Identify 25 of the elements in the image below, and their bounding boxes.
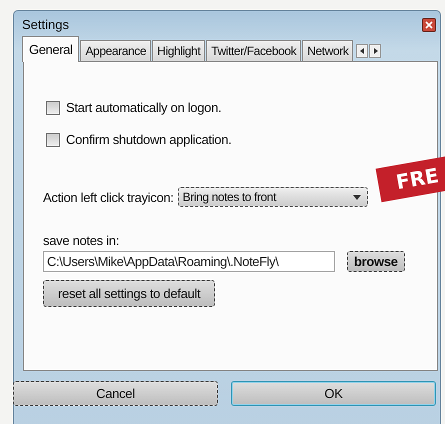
tab[interactable]: Twitter/Facebook bbox=[206, 40, 302, 61]
reset-button[interactable]: reset all settings to default bbox=[43, 280, 216, 307]
tray-action-dropdown[interactable]: Bring notes to front bbox=[178, 187, 368, 207]
tab[interactable]: General bbox=[22, 36, 80, 62]
close-button[interactable] bbox=[422, 18, 436, 32]
window-title: Settings bbox=[22, 17, 69, 32]
dropdown-arrow-icon bbox=[352, 194, 361, 200]
close-icon bbox=[425, 20, 433, 28]
tab[interactable]: Network bbox=[302, 40, 354, 61]
checkbox[interactable] bbox=[46, 132, 60, 146]
checkbox-label: Start automatically on logon. bbox=[66, 100, 222, 115]
tab[interactable]: Highlight bbox=[152, 40, 206, 61]
dialog-button[interactable]: OK bbox=[231, 381, 436, 406]
right-arrow-icon bbox=[372, 48, 378, 54]
browse-button[interactable]: browse bbox=[347, 251, 405, 272]
checkbox[interactable] bbox=[46, 100, 60, 114]
tray-action-label: Action left click trayicon: bbox=[43, 190, 174, 204]
left-arrow-icon bbox=[360, 48, 365, 54]
dialog-button[interactable]: Cancel bbox=[13, 381, 218, 406]
tab[interactable]: Appearance bbox=[80, 40, 152, 61]
scroll-left-button[interactable] bbox=[356, 44, 368, 58]
save-location-label: save notes in: bbox=[43, 233, 120, 248]
checkbox-label: Confirm shutdown application. bbox=[66, 132, 232, 147]
save-path-field[interactable]: C:\Users\Mike\AppData\Roaming\.NoteFly\ bbox=[43, 251, 335, 272]
scroll-right-button[interactable] bbox=[369, 44, 382, 58]
